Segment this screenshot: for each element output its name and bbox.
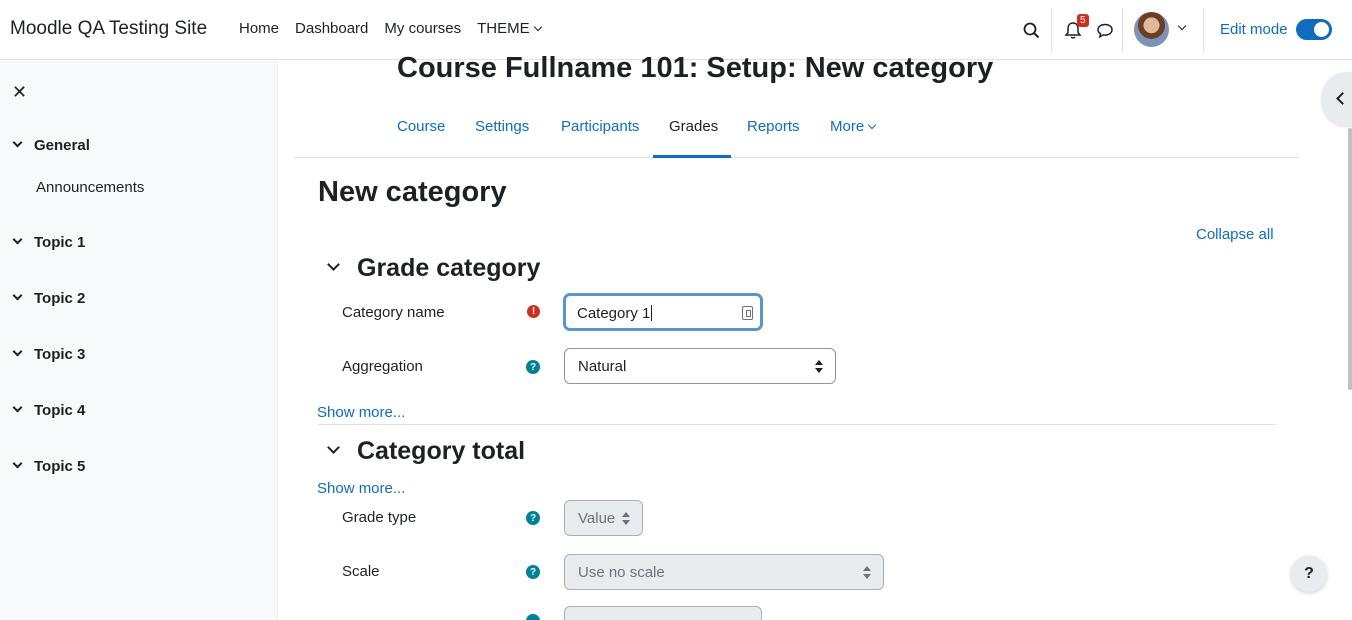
grade-type-value: Value [578, 510, 616, 527]
chevron-down-icon [12, 137, 23, 148]
section-label: Topic 1 [34, 234, 86, 251]
input-text: Category 1 [577, 305, 651, 322]
aggregation-label: Aggregation [342, 358, 423, 375]
help-icon[interactable] [526, 614, 540, 620]
top-navbar: Moodle QA Testing Site Home Dashboard My… [0, 0, 1352, 60]
site-name[interactable]: Moodle QA Testing Site [10, 18, 207, 40]
edit-mode-toggle[interactable] [1296, 19, 1332, 40]
drawer-item-announcements[interactable]: Announcements [36, 179, 144, 196]
nav-theme-label: THEME [477, 20, 530, 37]
scale-value: Use no scale [578, 564, 665, 581]
chevron-down-icon [867, 120, 877, 130]
nav-theme-dropdown[interactable]: THEME [477, 20, 542, 37]
drawer-section-topic-5[interactable]: Topic 5 [12, 458, 86, 475]
section-label: Topic 2 [34, 290, 86, 307]
chevron-down-icon [12, 402, 23, 413]
select-arrows-icon [815, 360, 823, 373]
secondary-navigation: Course Settings Participants Grades Repo… [294, 108, 1299, 158]
chevron-down-icon [12, 290, 23, 301]
search-icon [1023, 22, 1039, 38]
notification-count-badge: 5 [1077, 14, 1089, 27]
grade-type-label: Grade type [342, 509, 417, 526]
chevron-down-icon [12, 458, 23, 469]
search-button[interactable] [1021, 20, 1041, 40]
help-icon[interactable]: ? [526, 360, 540, 374]
maximum-grade-input[interactable] [564, 606, 762, 620]
password-manager-icon[interactable] [742, 306, 753, 320]
navbar-divider [1122, 8, 1123, 52]
nav-dashboard[interactable]: Dashboard [295, 20, 368, 37]
close-icon: ✕ [12, 82, 28, 102]
page-heading: New category [318, 176, 507, 208]
tab-settings[interactable]: Settings [475, 118, 529, 135]
chevron-down-icon [12, 234, 23, 245]
active-tab-indicator [653, 155, 731, 158]
user-avatar[interactable] [1134, 12, 1169, 47]
drawer-section-topic-2[interactable]: Topic 2 [12, 290, 86, 307]
chevron-left-icon [1336, 92, 1349, 105]
aggregation-select[interactable]: Natural [564, 348, 836, 384]
nav-home[interactable]: Home [239, 20, 279, 37]
chevron-down-icon [327, 258, 340, 271]
drawer-section-topic-4[interactable]: Topic 4 [12, 402, 86, 419]
course-title: Course Fullname 101: Setup: New category [397, 52, 994, 84]
drawer-section-topic-1[interactable]: Topic 1 [12, 234, 86, 251]
fieldset-title: Category total [357, 437, 526, 465]
navbar-divider [1203, 8, 1204, 52]
chat-bubble-icon [1097, 23, 1113, 38]
required-icon: ! [527, 305, 540, 318]
chevron-down-icon [12, 346, 23, 357]
user-menu-toggle[interactable] [1176, 21, 1188, 36]
close-drawer-button[interactable]: ✕ [12, 82, 27, 103]
text-cursor [651, 305, 653, 321]
help-icon[interactable]: ? [526, 565, 540, 579]
nav-my-courses[interactable]: My courses [384, 20, 461, 37]
help-icon[interactable]: ? [526, 511, 540, 525]
chevron-down-icon [327, 441, 340, 454]
select-arrows-icon [622, 512, 630, 525]
course-index-drawer: ✕ General Announcements Topic 1 Topic 2 … [0, 60, 278, 620]
page-scrollbar[interactable] [1348, 128, 1352, 390]
navbar-divider [1051, 8, 1052, 52]
category-total-header[interactable]: Category total [325, 437, 525, 466]
section-label: Topic 3 [34, 346, 86, 363]
section-label: Topic 4 [34, 402, 86, 419]
section-label: Topic 5 [34, 458, 86, 475]
scale-label: Scale [342, 563, 380, 580]
show-more-link[interactable]: Show more... [317, 404, 405, 421]
tab-grades[interactable]: Grades [669, 118, 718, 135]
grade-type-select[interactable]: Value [564, 500, 643, 536]
tab-more-label: More [830, 118, 865, 135]
aggregation-value: Natural [578, 358, 627, 375]
tab-more-dropdown[interactable]: More [830, 118, 877, 135]
collapse-all-link[interactable]: Collapse all [1196, 226, 1274, 243]
grade-category-header[interactable]: Grade category [325, 254, 540, 283]
chevron-down-icon [533, 22, 542, 32]
fieldset-title: Grade category [357, 254, 541, 282]
drawer-section-general[interactable]: General [12, 137, 90, 154]
tab-reports[interactable]: Reports [747, 118, 800, 135]
chevron-down-icon [1177, 21, 1187, 31]
show-more-link[interactable]: Show more... [317, 480, 405, 497]
question-icon: ? [1304, 565, 1314, 582]
messages-button[interactable] [1095, 20, 1115, 40]
section-label: General [34, 137, 90, 154]
edit-mode-label: Edit mode [1220, 21, 1288, 38]
tab-participants[interactable]: Participants [561, 118, 639, 135]
category-name-label: Category name [342, 304, 445, 321]
primary-navigation: Home Dashboard My courses THEME [239, 20, 557, 37]
open-block-drawer-button[interactable] [1322, 72, 1352, 126]
fieldset-divider [318, 424, 1276, 425]
category-name-input[interactable]: Category 1 [563, 293, 763, 331]
category-name-value: Category 1 [577, 305, 653, 322]
scale-select[interactable]: Use no scale [564, 554, 884, 590]
tab-course[interactable]: Course [397, 118, 445, 135]
help-button[interactable]: ? [1291, 556, 1327, 592]
drawer-section-topic-3[interactable]: Topic 3 [12, 346, 86, 363]
select-arrows-icon [863, 566, 871, 579]
